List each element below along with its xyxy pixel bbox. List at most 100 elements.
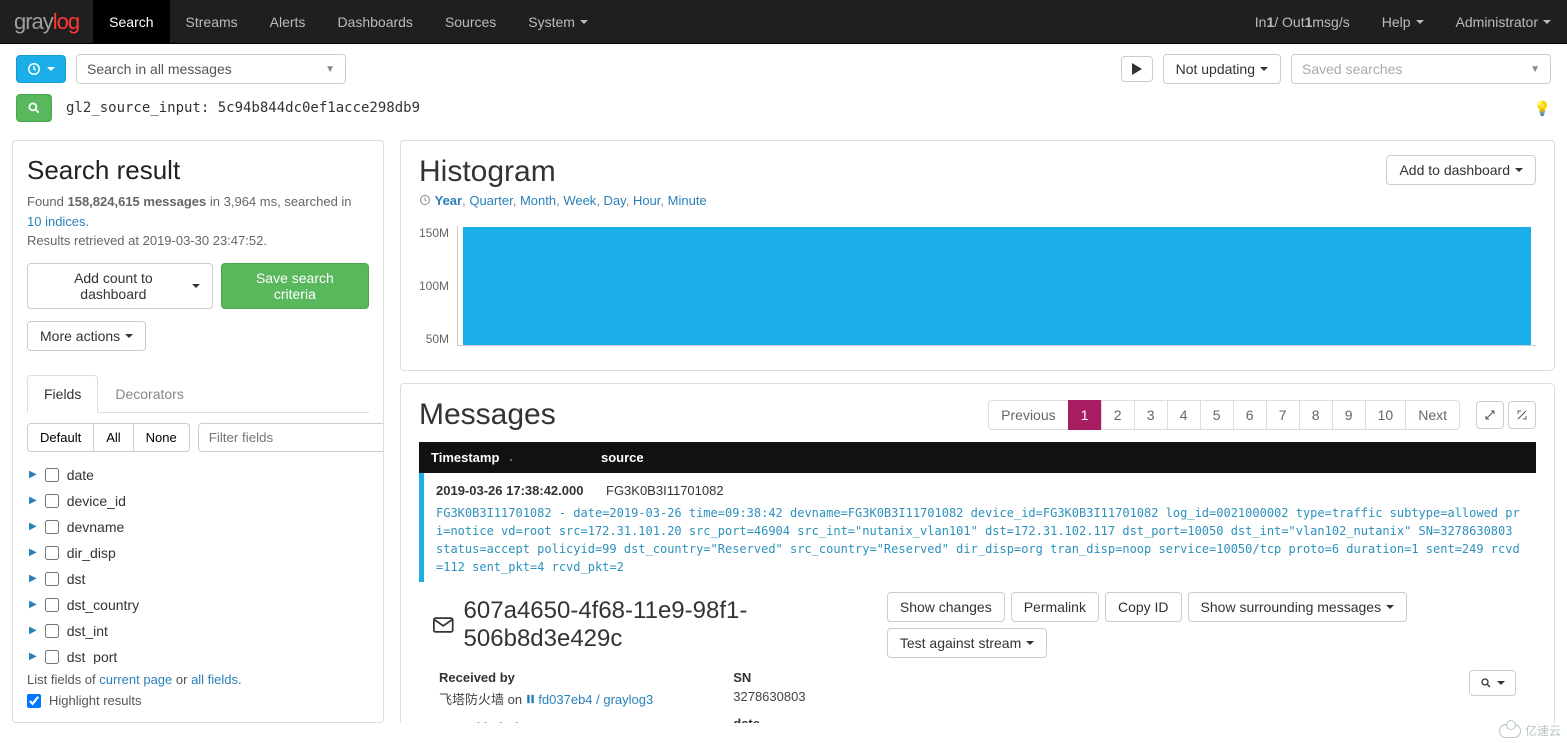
test-stream-button[interactable]: Test against stream [887,628,1047,658]
filter-fields-input[interactable] [198,423,384,452]
field-checkbox[interactable] [45,494,59,508]
copy-id-button[interactable]: Copy ID [1105,592,1182,622]
play-button[interactable] [1121,56,1153,82]
permalink-button[interactable]: Permalink [1011,592,1099,622]
collapse-button[interactable] [1508,401,1536,429]
search-scope-select[interactable]: Search in all messages ▼ [76,54,346,84]
received-by-text: 飞塔防火墙 on [439,692,526,707]
chevron-down-icon [580,20,588,24]
message-detail-header: 607a4650-4f68-11e9-98f1-506b8d3e429c Sho… [419,582,1536,658]
interval-hour[interactable]: Hour [633,193,660,208]
field-item[interactable]: ▶dst [27,566,359,592]
tab-decorators[interactable]: Decorators [98,375,200,413]
brand-logo[interactable]: graylog [0,0,93,43]
page-9[interactable]: 9 [1332,400,1366,430]
current-page-link[interactable]: current page [99,672,172,687]
triangle-right-icon: ▶ [29,599,37,610]
update-interval-button[interactable]: Not updating [1163,54,1281,84]
field-checkbox[interactable] [45,650,59,664]
filter-all[interactable]: All [94,423,132,452]
interval-minute[interactable]: Minute [668,193,707,208]
page-7[interactable]: 7 [1266,400,1300,430]
nav-alerts[interactable]: Alerts [254,0,322,43]
filter-none[interactable]: None [133,423,190,452]
nav-dashboards[interactable]: Dashboards [321,0,429,43]
interval-quarter[interactable]: Quarter [469,193,512,208]
chevron-down-icon [1416,20,1424,24]
message-fields: Received by 飞塔防火墙 on fd037eb4 / graylog3… [419,658,1536,723]
field-search-button[interactable] [1469,670,1516,696]
page-6[interactable]: 6 [1233,400,1267,430]
field-checkbox[interactable] [45,572,59,586]
page-1[interactable]: 1 [1068,400,1102,430]
field-item[interactable]: ▶dst_port [27,644,359,665]
bulb-icon[interactable]: 💡 [1534,100,1551,117]
search-button[interactable] [16,94,52,122]
save-search-button[interactable]: Save search criteria [221,263,369,309]
page-2[interactable]: 2 [1101,400,1135,430]
chevron-down-icon: ▼ [1530,64,1540,75]
nav-streams[interactable]: Streams [170,0,254,43]
col-source[interactable]: source [601,450,1524,465]
indices-link[interactable]: 10 indices [27,214,86,229]
interval-day[interactable]: Day [604,193,626,208]
page-10[interactable]: 10 [1365,400,1407,430]
all-fields-link[interactable]: all fields [191,672,238,687]
fields-footer: List fields of current page or all field… [27,664,369,708]
interval-year[interactable]: Year [435,193,462,208]
page-8[interactable]: 8 [1299,400,1333,430]
nav-user[interactable]: Administrator [1440,0,1567,43]
field-item[interactable]: ▶device_id [27,488,359,514]
filter-default[interactable]: Default [27,423,94,452]
nav-system[interactable]: System [512,0,604,43]
nav-sources[interactable]: Sources [429,0,512,43]
received-by-link[interactable]: fd037eb4 / graylog3 [538,692,653,707]
field-item[interactable]: ▶date [27,462,359,488]
query-input[interactable] [62,94,1524,122]
add-count-button[interactable]: Add count to dashboard [27,263,213,309]
interval-week[interactable]: Week [563,193,596,208]
surrounding-messages-button[interactable]: Show surrounding messages [1188,592,1408,622]
field-item[interactable]: ▶dst_int [27,618,359,644]
page-next[interactable]: Next [1405,400,1460,430]
sort-desc-icon [506,453,516,463]
messages-title: Messages [419,398,556,432]
field-checkbox[interactable] [45,624,59,638]
col-timestamp[interactable]: Timestamp [431,450,601,465]
interval-month[interactable]: Month [520,193,556,208]
field-checkbox[interactable] [45,520,59,534]
page-prev[interactable]: Previous [988,400,1068,430]
chart-bar[interactable] [463,227,1531,345]
nav-search[interactable]: Search [93,0,169,43]
field-label: dir_disp [67,545,116,561]
highlight-checkbox[interactable] [27,694,41,708]
show-changes-button[interactable]: Show changes [887,592,1005,622]
field-checkbox[interactable] [45,546,59,560]
field-label: dst_int [67,623,108,639]
chevron-down-icon [1515,168,1523,172]
page-3[interactable]: 3 [1134,400,1168,430]
histogram-chart[interactable]: 150M 100M 50M [419,226,1536,356]
nav-help[interactable]: Help [1366,0,1440,43]
field-item[interactable]: ▶devname [27,514,359,540]
add-histogram-dashboard-button[interactable]: Add to dashboard [1386,155,1536,185]
field-item[interactable]: ▶dir_disp [27,540,359,566]
tab-fields[interactable]: Fields [27,375,98,413]
throughput-indicator[interactable]: In 1 / Out 1 msg/s [1239,0,1366,43]
field-label: device_id [67,493,126,509]
field-checkbox[interactable] [45,598,59,612]
chevron-down-icon [1543,20,1551,24]
field-checkbox[interactable] [45,468,59,482]
message-row[interactable]: 2019-03-26 17:38:42.000 FG3K0B3I11701082… [419,473,1536,582]
field-filter-row: Default All None [27,423,369,452]
saved-searches-select[interactable]: Saved searches ▼ [1291,54,1551,84]
field-item[interactable]: ▶dst_country [27,592,359,618]
search-icon [1480,677,1492,689]
timerange-button[interactable] [16,55,66,83]
page-4[interactable]: 4 [1167,400,1201,430]
expand-button[interactable] [1476,401,1504,429]
page-5[interactable]: 5 [1200,400,1234,430]
more-actions-button[interactable]: More actions [27,321,146,351]
field-label: devname [67,519,125,535]
fields-list[interactable]: ▶date ▶device_id ▶devname ▶dir_disp ▶dst… [27,462,369,665]
